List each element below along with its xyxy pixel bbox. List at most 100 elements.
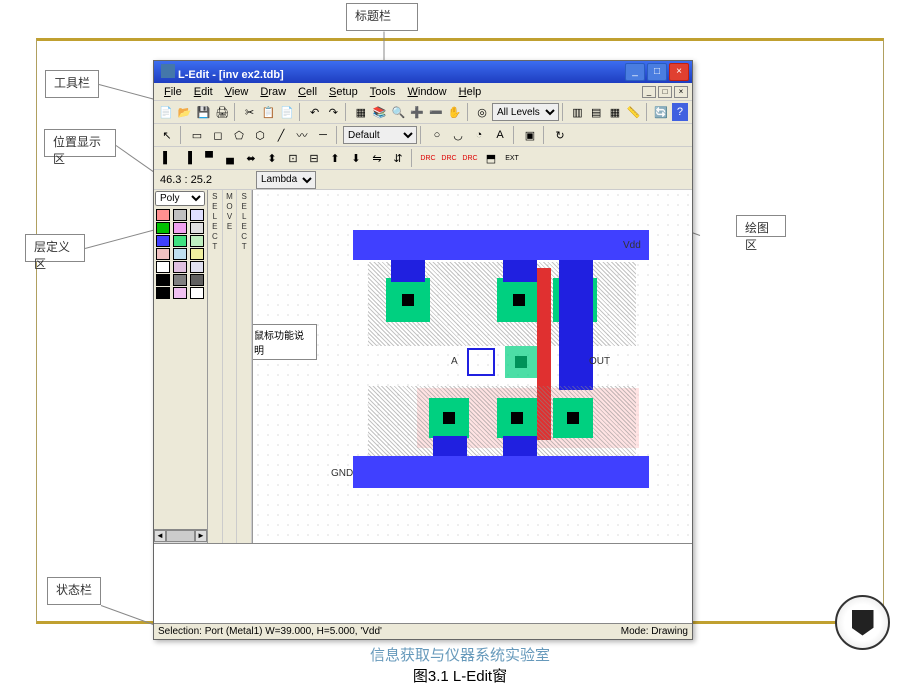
- col-move[interactable]: MOVE: [223, 190, 238, 543]
- layer-swatch-19[interactable]: [173, 287, 187, 299]
- layer-swatch-2[interactable]: [190, 209, 204, 221]
- unit-select[interactable]: Lambda: [256, 171, 316, 189]
- align-l-icon[interactable]: ▌: [157, 148, 177, 168]
- menu-file[interactable]: File: [158, 84, 188, 100]
- zoom-out-icon[interactable]: ➖: [427, 102, 445, 122]
- find-icon[interactable]: 🔍: [389, 102, 407, 122]
- pan-icon[interactable]: ✋: [446, 102, 464, 122]
- drc3-icon[interactable]: DRC: [460, 148, 480, 168]
- layer-swatch-18[interactable]: [156, 287, 170, 299]
- layer1-icon[interactable]: ▥: [569, 102, 587, 122]
- layer2-icon[interactable]: ▤: [587, 102, 605, 122]
- zoom-in-icon[interactable]: ➕: [408, 102, 426, 122]
- poly-icon[interactable]: ⬠: [229, 125, 249, 145]
- arc-icon[interactable]: ◡: [448, 125, 468, 145]
- align-r-icon[interactable]: ▐: [178, 148, 198, 168]
- maximize-button[interactable]: □: [647, 63, 667, 81]
- drc2-icon[interactable]: DRC: [439, 148, 459, 168]
- menu-help[interactable]: Help: [453, 84, 488, 100]
- menu-view[interactable]: View: [219, 84, 255, 100]
- polygon-icon[interactable]: ⬡: [250, 125, 270, 145]
- vdd-rail[interactable]: [353, 230, 649, 260]
- new-icon[interactable]: 📄: [157, 102, 175, 122]
- default-select[interactable]: Default: [343, 126, 417, 144]
- undo-icon[interactable]: ↶: [306, 102, 324, 122]
- layer-swatch-13[interactable]: [173, 261, 187, 273]
- flip-v-icon[interactable]: ⇵: [388, 148, 408, 168]
- layer-swatch-1[interactable]: [173, 209, 187, 221]
- box2-icon[interactable]: ◻: [208, 125, 228, 145]
- open-icon[interactable]: 📂: [176, 102, 194, 122]
- col-select-left[interactable]: SELECT: [208, 190, 223, 543]
- dist-h-icon[interactable]: ⬌: [241, 148, 261, 168]
- a-port[interactable]: [467, 348, 495, 376]
- layer-scrollbar[interactable]: ◄►: [154, 529, 207, 543]
- layer-swatch-14[interactable]: [190, 261, 204, 273]
- menu-draw[interactable]: Draw: [254, 84, 292, 100]
- circle-icon[interactable]: ○: [427, 125, 447, 145]
- mdi-max[interactable]: □: [658, 86, 672, 98]
- layer-swatch-0[interactable]: [156, 209, 170, 221]
- rotate-icon[interactable]: ↻: [550, 125, 570, 145]
- drawing-canvas[interactable]: Vdd: [253, 190, 692, 543]
- back-icon[interactable]: ⬇: [346, 148, 366, 168]
- goto-icon[interactable]: ◎: [473, 102, 491, 122]
- dist-v-icon[interactable]: ⬍: [262, 148, 282, 168]
- layer-current-select[interactable]: Poly: [155, 191, 205, 206]
- library-icon[interactable]: 📚: [371, 102, 389, 122]
- title-bar[interactable]: L-Edit - [inv ex2.tdb] _ □ ×: [154, 61, 692, 83]
- print-icon[interactable]: 🖨: [213, 102, 231, 122]
- hline-icon[interactable]: ─: [313, 125, 333, 145]
- line-icon[interactable]: ╱: [271, 125, 291, 145]
- minimize-button[interactable]: _: [625, 63, 645, 81]
- text-icon[interactable]: A: [490, 125, 510, 145]
- output-pane[interactable]: [154, 543, 692, 623]
- drc1-icon[interactable]: DRC: [418, 148, 438, 168]
- close-button[interactable]: ×: [669, 63, 689, 81]
- box-icon[interactable]: ▭: [187, 125, 207, 145]
- layer-swatch-9[interactable]: [156, 248, 170, 260]
- flip-h-icon[interactable]: ⇋: [367, 148, 387, 168]
- layer3-icon[interactable]: ▦: [606, 102, 624, 122]
- pie-icon[interactable]: ◔: [469, 125, 489, 145]
- save-icon[interactable]: 💾: [195, 102, 213, 122]
- layer-swatch-15[interactable]: [156, 274, 170, 286]
- paste-icon[interactable]: 📄: [278, 102, 296, 122]
- layer-swatch-3[interactable]: [156, 222, 170, 234]
- layer-swatch-16[interactable]: [173, 274, 187, 286]
- levels-select[interactable]: All Levels: [492, 103, 559, 121]
- layer-swatch-20[interactable]: [190, 287, 204, 299]
- extract-icon[interactable]: ⬒: [481, 148, 501, 168]
- menu-edit[interactable]: Edit: [188, 84, 219, 100]
- cell-icon[interactable]: ▦: [352, 102, 370, 122]
- menu-cell[interactable]: Cell: [292, 84, 323, 100]
- copy-icon[interactable]: 📋: [260, 102, 278, 122]
- layer-swatch-11[interactable]: [190, 248, 204, 260]
- layer-swatch-17[interactable]: [190, 274, 204, 286]
- ungroup-icon[interactable]: ⊟: [304, 148, 324, 168]
- layer-swatch-7[interactable]: [173, 235, 187, 247]
- menu-tools[interactable]: Tools: [364, 84, 402, 100]
- help-icon[interactable]: ?: [671, 102, 689, 122]
- instance-icon[interactable]: ▣: [520, 125, 540, 145]
- wire-icon[interactable]: 〰: [292, 125, 312, 145]
- ext-icon[interactable]: EXT: [502, 148, 522, 168]
- align-b-icon[interactable]: ▄: [220, 148, 240, 168]
- align-t-icon[interactable]: ▀: [199, 148, 219, 168]
- layer-swatch-8[interactable]: [190, 235, 204, 247]
- col-select-right[interactable]: SELECT: [237, 190, 252, 543]
- gnd-rail[interactable]: [353, 456, 649, 488]
- ruler-icon[interactable]: 📏: [625, 102, 643, 122]
- layer-swatch-4[interactable]: [173, 222, 187, 234]
- front-icon[interactable]: ⬆: [325, 148, 345, 168]
- menu-window[interactable]: Window: [401, 84, 452, 100]
- layer-swatch-10[interactable]: [173, 248, 187, 260]
- refresh-icon[interactable]: 🔄: [652, 102, 670, 122]
- mdi-close[interactable]: ×: [674, 86, 688, 98]
- pointer-icon[interactable]: ↖: [157, 125, 177, 145]
- group-icon[interactable]: ⊡: [283, 148, 303, 168]
- layer-swatch-12[interactable]: [156, 261, 170, 273]
- redo-icon[interactable]: ↷: [325, 102, 343, 122]
- cut-icon[interactable]: ✂: [241, 102, 259, 122]
- layer-swatch-5[interactable]: [190, 222, 204, 234]
